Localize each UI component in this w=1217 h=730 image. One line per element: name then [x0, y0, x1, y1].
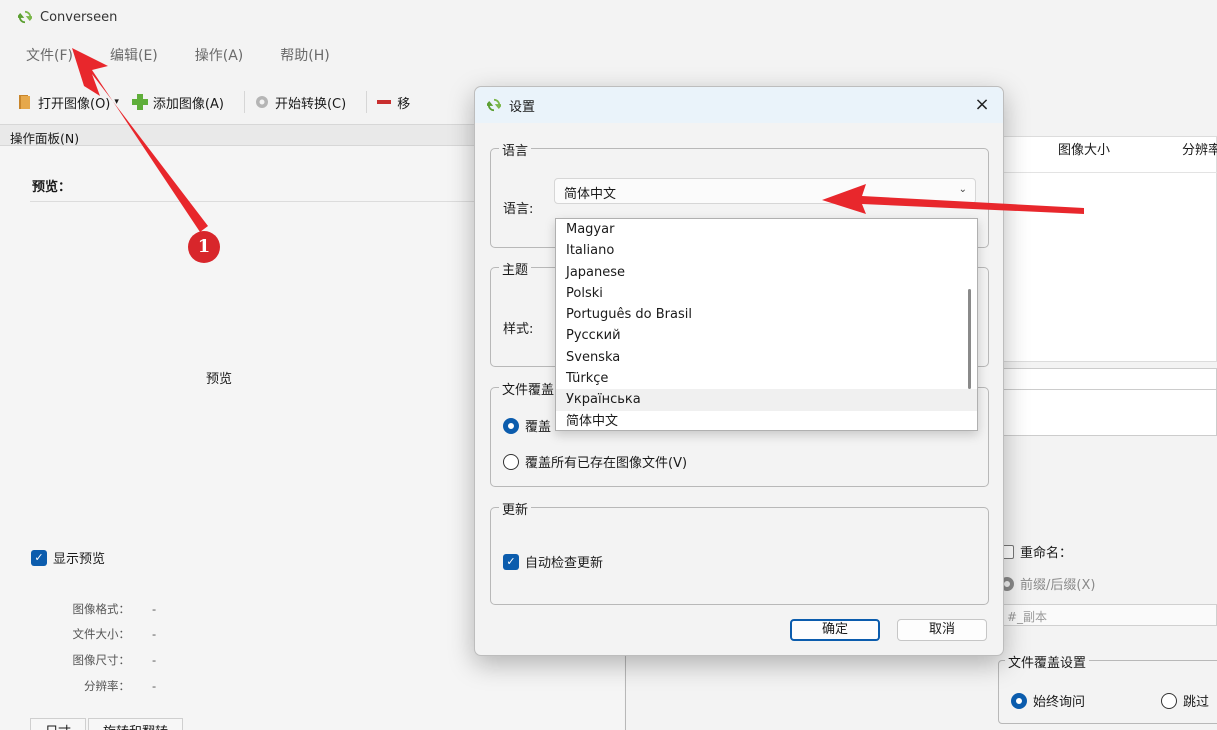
add-images-label: 添加图像(A)	[152, 96, 224, 112]
info-row: 文件大小： -	[30, 626, 157, 642]
info-row: 图像格式： -	[30, 601, 157, 617]
tab-size[interactable]: 尺寸	[30, 718, 87, 730]
overwrite-all-label: 覆盖所有已存在图像文件(V)	[525, 456, 688, 471]
settings-dialog: 设置 × 语言 语言: 简体中文 ⌄ 主题 样式: 文件覆盖 覆盖 覆盖所有已存…	[474, 86, 1004, 656]
language-option[interactable]: Русский	[556, 325, 977, 346]
language-selected-value: 简体中文	[564, 187, 617, 202]
rename-label: 重命名：	[1020, 546, 1073, 561]
start-convert-label: 开始转换(C)	[274, 96, 347, 112]
info-value: -	[152, 679, 157, 693]
radio-unselected-icon	[503, 453, 519, 470]
cancel-button[interactable]: 取消	[897, 619, 987, 641]
skip-radio[interactable]: 跳过	[1161, 691, 1209, 710]
info-key: 分辨率：	[84, 679, 130, 693]
overwrite-option-1-label: 覆盖	[525, 420, 552, 435]
menu-bar: 文件(F) 编辑(E) 操作(A) 帮助(H)	[0, 40, 367, 70]
overwrite-all-radio[interactable]: 覆盖所有已存在图像文件(V)	[503, 452, 687, 471]
start-convert-button[interactable]: 开始转换(C)	[253, 93, 346, 112]
minus-icon	[377, 100, 392, 104]
toolbar-separator	[243, 91, 245, 113]
menu-edit[interactable]: 编辑(E)	[110, 45, 158, 65]
dropdown-scrollbar[interactable]	[968, 289, 971, 389]
info-key: 图像尺寸：	[72, 653, 131, 667]
update-group: 更新 ✓ 自动检查更新	[490, 499, 989, 605]
annotation-badge: 1	[188, 231, 220, 263]
info-key: 文件大小：	[72, 627, 131, 641]
style-label: 样式:	[503, 322, 534, 337]
preview-placeholder: 预览	[206, 372, 233, 387]
overwrite-legend: 文件覆盖	[499, 379, 558, 398]
close-icon[interactable]: ×	[969, 93, 995, 117]
always-ask-label: 始终询问	[1033, 695, 1086, 710]
menu-file[interactable]: 文件(F)	[26, 45, 73, 65]
dropdown-caret-icon[interactable]: ▾	[114, 97, 119, 107]
bottom-tabs: 尺寸 旋转和翻转	[30, 718, 185, 730]
prefix-suffix-label: 前缀/后缀(X)	[1020, 578, 1096, 593]
remove-button[interactable]: 移	[375, 93, 410, 112]
converseen-logo-icon	[18, 10, 32, 24]
window-title: Converseen	[40, 9, 118, 25]
rename-checkbox[interactable]: 重命名：	[1000, 542, 1072, 561]
title-bar: Converseen	[0, 0, 1217, 34]
overwrite-option-1-radio[interactable]: 覆盖	[503, 416, 551, 435]
language-option[interactable]: Italiano	[556, 240, 977, 261]
overwrite-settings-group: 文件覆盖设置 始终询问 跳过	[998, 652, 1217, 724]
menu-actions[interactable]: 操作(A)	[195, 45, 244, 65]
radio-unselected-icon	[1161, 692, 1177, 709]
theme-legend: 主题	[499, 259, 532, 278]
open-images-label: 打开图像(O)	[38, 96, 111, 112]
language-option[interactable]: Türkçe	[556, 368, 977, 389]
chevron-down-icon: ⌄	[958, 184, 967, 195]
radio-selected-icon	[503, 417, 519, 434]
language-option[interactable]: 简体中文	[556, 411, 977, 430]
converseen-logo-icon	[487, 98, 501, 112]
open-images-button[interactable]: 打开图像(O) ▾	[16, 93, 119, 112]
add-plus-icon	[131, 94, 148, 110]
suffix-input[interactable]: #_副本	[1000, 604, 1217, 626]
preview-title: 预览：	[32, 180, 72, 195]
ok-button[interactable]: 确定	[790, 619, 880, 641]
column-header-image-size[interactable]: 图像大小	[1058, 137, 1110, 165]
info-value: -	[152, 627, 157, 641]
language-dropdown-list[interactable]: Magyar Italiano Japanese Polski Portuguê…	[555, 218, 978, 431]
column-header-resolution[interactable]: 分辨率	[1182, 137, 1217, 165]
skip-label: 跳过	[1183, 695, 1210, 710]
menu-help[interactable]: 帮助(H)	[280, 45, 329, 65]
language-option[interactable]: Português do Brasil	[556, 304, 977, 325]
language-label: 语言:	[503, 202, 534, 217]
remove-label: 移	[397, 96, 411, 112]
language-option[interactable]: Magyar	[556, 219, 977, 240]
dialog-title: 设置	[509, 99, 536, 115]
auto-update-label: 自动检查更新	[525, 556, 604, 571]
tab-rotate-flip[interactable]: 旋转和翻转	[88, 718, 184, 730]
update-legend: 更新	[499, 499, 532, 518]
language-option-hovered[interactable]: Українська	[556, 389, 977, 411]
language-option[interactable]: Japanese	[556, 262, 977, 283]
language-option[interactable]: Polski	[556, 283, 977, 304]
gear-icon	[255, 96, 268, 108]
output-path-field[interactable]	[995, 368, 1217, 390]
checkbox-checked-icon: ✓	[31, 549, 47, 566]
language-select[interactable]: 简体中文 ⌄	[554, 178, 976, 204]
checkbox-checked-icon: ✓	[503, 553, 519, 570]
radio-selected-icon	[1011, 692, 1027, 709]
show-preview-checkbox[interactable]: ✓ 显示预览	[31, 548, 105, 567]
info-key: 图像格式：	[72, 602, 131, 616]
toolbar-separator	[366, 91, 368, 113]
output-options-field[interactable]	[995, 390, 1217, 436]
add-images-button[interactable]: 添加图像(A)	[131, 93, 224, 112]
language-option[interactable]: Svenska	[556, 347, 977, 368]
overwrite-settings-legend: 文件覆盖设置	[1005, 652, 1090, 671]
auto-update-checkbox[interactable]: ✓ 自动检查更新	[503, 552, 603, 571]
info-value: -	[152, 602, 157, 616]
prefix-suffix-radio[interactable]: 前缀/后缀(X)	[1000, 574, 1095, 593]
info-value: -	[152, 653, 157, 667]
dialog-title-bar: 设置	[475, 87, 1003, 123]
info-row: 分辨率： -	[30, 678, 156, 694]
always-ask-radio[interactable]: 始终询问	[1011, 691, 1085, 710]
info-row: 图像尺寸： -	[30, 652, 157, 668]
show-preview-label: 显示预览	[53, 552, 106, 567]
language-legend: 语言	[499, 140, 532, 159]
book-open-icon	[19, 95, 30, 109]
